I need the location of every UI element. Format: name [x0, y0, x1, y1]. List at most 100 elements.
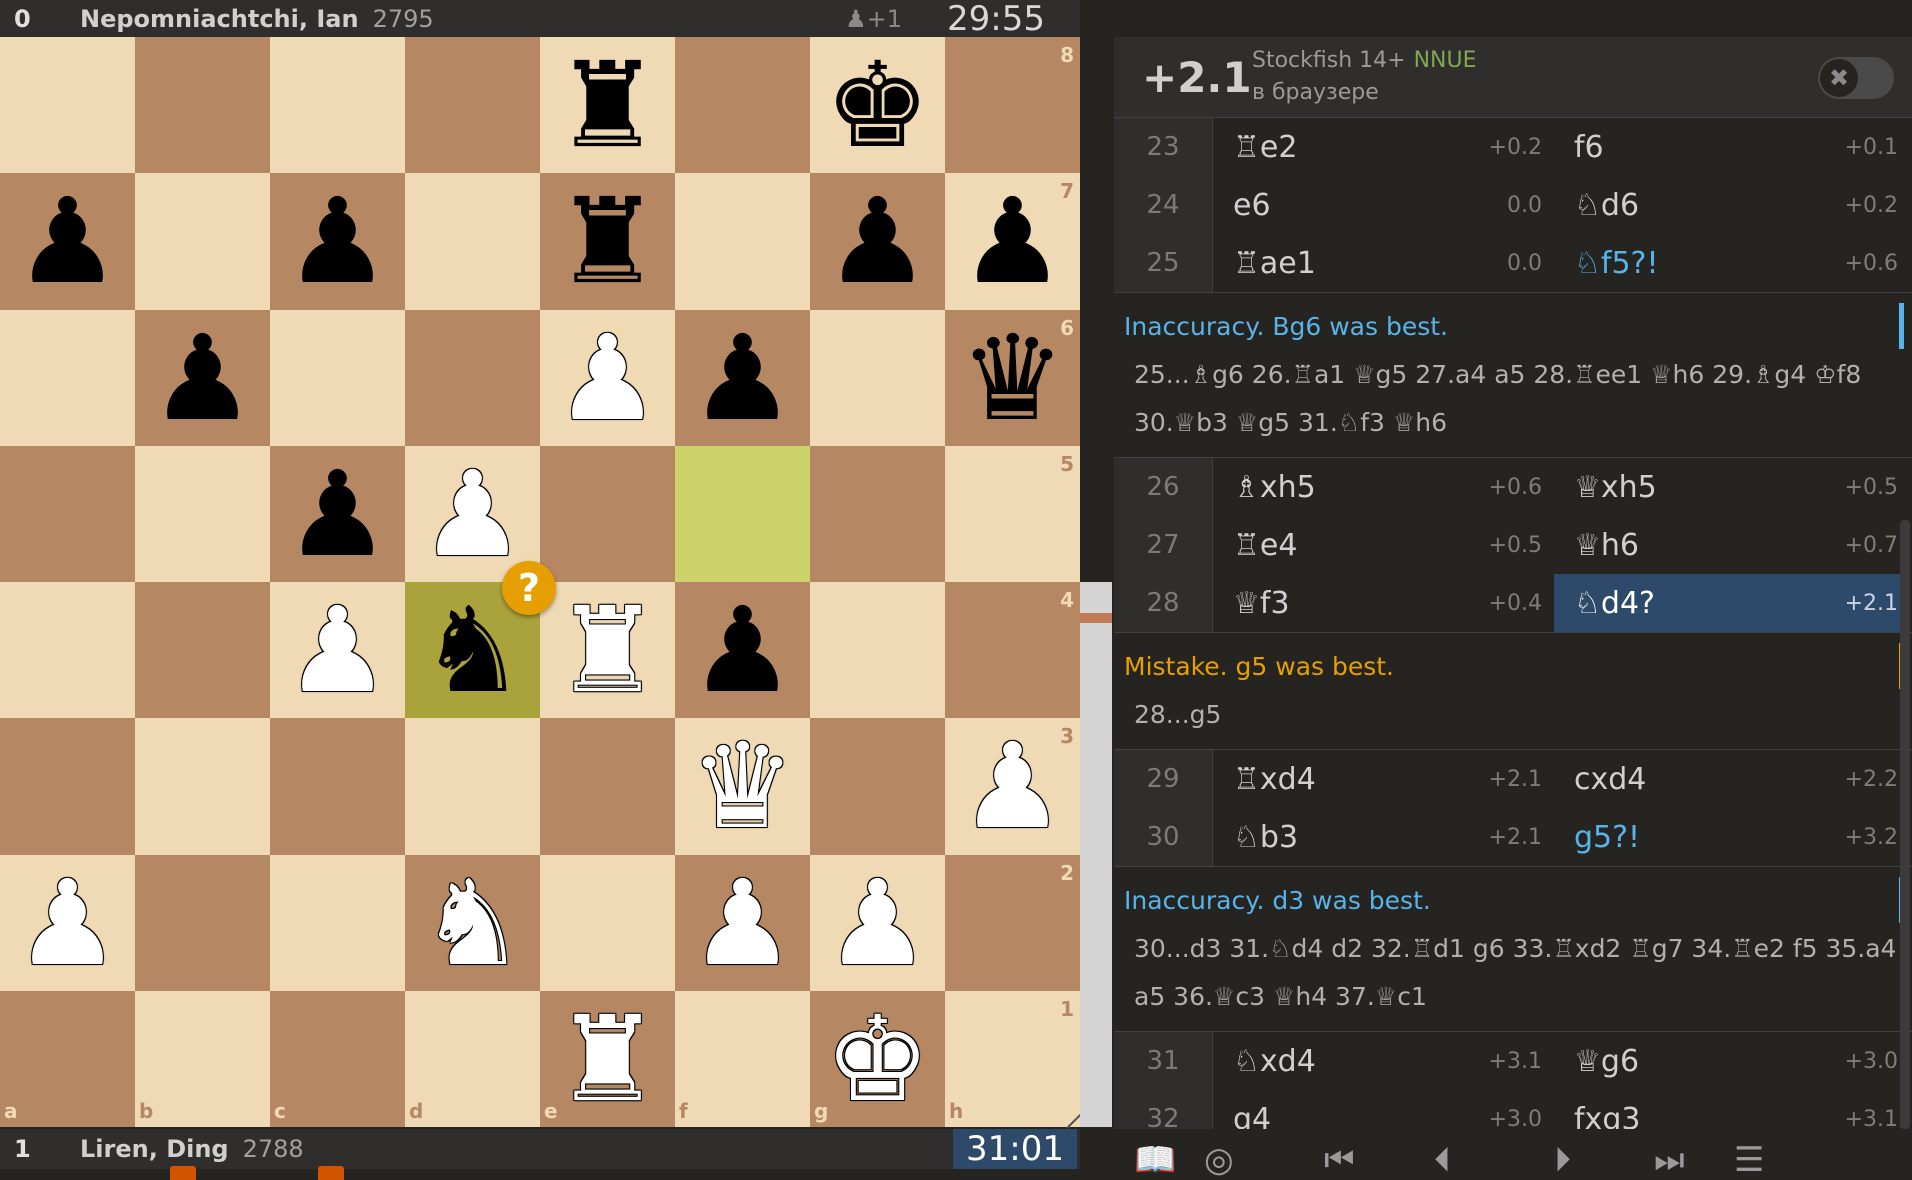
white-pawn-icon[interactable]: ♟: [285, 591, 391, 709]
square-f4[interactable]: ♟: [675, 582, 810, 719]
black-pawn-icon[interactable]: ♟: [285, 455, 391, 573]
square-c8[interactable]: [270, 37, 405, 174]
white-move[interactable]: ♖ae1 0.0: [1212, 234, 1554, 292]
square-h2[interactable]: 2: [945, 854, 1080, 991]
square-g7[interactable]: ♟: [810, 173, 945, 310]
square-c5[interactable]: ♟: [270, 445, 405, 582]
white-move[interactable]: ♘b3 +2.1: [1212, 808, 1554, 866]
black-pawn-icon[interactable]: ♟: [690, 591, 796, 709]
black-move[interactable]: ♕xh5 +0.5: [1554, 458, 1910, 516]
white-move[interactable]: ♘xd4 +3.1: [1212, 1032, 1554, 1090]
prev-move-icon[interactable]: ⏴: [1434, 1140, 1451, 1180]
square-b5[interactable]: [135, 445, 270, 582]
white-knight-icon[interactable]: ♞: [420, 864, 526, 982]
target-icon[interactable]: ◎: [1204, 1140, 1234, 1180]
white-queen-icon[interactable]: ♛: [690, 727, 796, 845]
square-f3[interactable]: ♛: [675, 718, 810, 855]
square-d8[interactable]: [405, 37, 540, 174]
square-h6[interactable]: ♛ 6: [945, 309, 1080, 446]
move-list[interactable]: 23 ♖e2 +0.2 f6 +0.1 24 e6 0.0 ♘d6 +0.2 2…: [1114, 118, 1912, 1129]
square-f8[interactable]: [675, 37, 810, 174]
black-pawn-icon[interactable]: ♟: [285, 182, 391, 300]
white-pawn-icon[interactable]: ♟: [825, 864, 931, 982]
square-a5[interactable]: [0, 445, 135, 582]
square-c1[interactable]: c: [270, 990, 405, 1127]
square-f7[interactable]: [675, 173, 810, 310]
square-c7[interactable]: ♟: [270, 173, 405, 310]
white-move[interactable]: ♖e4 +0.5: [1212, 516, 1554, 574]
square-b8[interactable]: [135, 37, 270, 174]
square-e1[interactable]: ♜ e: [540, 990, 675, 1127]
square-f6[interactable]: ♟: [675, 309, 810, 446]
square-f5[interactable]: [675, 445, 810, 582]
black-move[interactable]: ♘f5?! +0.6: [1554, 234, 1910, 292]
variation-line[interactable]: 28...g5: [1124, 691, 1902, 739]
variation-line[interactable]: 25...♗g6 26.♖a1 ♕g5 27.a4 a5 28.♖ee1 ♕h6…: [1124, 351, 1902, 447]
square-h5[interactable]: 5: [945, 445, 1080, 582]
square-d3[interactable]: [405, 718, 540, 855]
square-a1[interactable]: a: [0, 990, 135, 1127]
square-a7[interactable]: ♟: [0, 173, 135, 310]
square-b7[interactable]: [135, 173, 270, 310]
square-b4[interactable]: [135, 582, 270, 719]
white-pawn-icon[interactable]: ♟: [555, 319, 661, 437]
white-rook-icon[interactable]: ♜: [555, 1000, 661, 1118]
black-move[interactable]: f6 +0.1: [1554, 118, 1910, 176]
menu-icon[interactable]: ☰: [1734, 1140, 1764, 1180]
square-c4[interactable]: ♟: [270, 582, 405, 719]
square-h7[interactable]: ♟ 7: [945, 173, 1080, 310]
square-a4[interactable]: [0, 582, 135, 719]
black-pawn-icon[interactable]: ♟: [150, 319, 256, 437]
white-pawn-icon[interactable]: ♟: [960, 727, 1066, 845]
square-e8[interactable]: ♜: [540, 37, 675, 174]
white-move[interactable]: ♖xd4 +2.1: [1212, 750, 1554, 808]
white-king-icon[interactable]: ♚: [825, 1000, 931, 1118]
move-list-scrollbar[interactable]: [1900, 520, 1910, 1129]
black-knight-icon[interactable]: ♞: [420, 591, 526, 709]
square-e3[interactable]: [540, 718, 675, 855]
black-pawn-icon[interactable]: ♟: [15, 182, 121, 300]
square-e4[interactable]: ♜: [540, 582, 675, 719]
white-pawn-icon[interactable]: ♟: [690, 864, 796, 982]
white-move[interactable]: ♕f3 +0.4: [1212, 574, 1554, 632]
white-move[interactable]: ♗xh5 +0.6: [1212, 458, 1554, 516]
black-pawn-icon[interactable]: ♟: [825, 182, 931, 300]
square-f1[interactable]: f: [675, 990, 810, 1127]
square-f2[interactable]: ♟: [675, 854, 810, 991]
square-d2[interactable]: ♞: [405, 854, 540, 991]
square-b2[interactable]: [135, 854, 270, 991]
square-b6[interactable]: ♟: [135, 309, 270, 446]
square-b1[interactable]: b: [135, 990, 270, 1127]
square-c2[interactable]: [270, 854, 405, 991]
engine-toggle[interactable]: ✖: [1818, 57, 1894, 99]
black-queen-icon[interactable]: ♛: [960, 319, 1066, 437]
white-move[interactable]: ♖e2 +0.2: [1212, 118, 1554, 176]
white-pawn-icon[interactable]: ♟: [15, 864, 121, 982]
black-move[interactable]: ♘d4? +2.1: [1554, 574, 1910, 632]
black-move[interactable]: fxg3 +3.1: [1554, 1090, 1910, 1130]
black-rook-icon[interactable]: ♜: [555, 46, 661, 164]
square-d7[interactable]: [405, 173, 540, 310]
white-move[interactable]: g4 +3.0: [1212, 1090, 1554, 1129]
white-move[interactable]: e6 0.0: [1212, 176, 1554, 234]
square-c3[interactable]: [270, 718, 405, 855]
black-king-icon[interactable]: ♚: [825, 46, 931, 164]
square-g2[interactable]: ♟: [810, 854, 945, 991]
square-h3[interactable]: ♟ 3: [945, 718, 1080, 855]
square-a2[interactable]: ♟: [0, 854, 135, 991]
black-move[interactable]: ♕g6 +3.0: [1554, 1032, 1910, 1090]
black-pawn-icon[interactable]: ♟: [960, 182, 1066, 300]
book-icon[interactable]: 📖: [1134, 1140, 1176, 1180]
square-b3[interactable]: [135, 718, 270, 855]
square-e2[interactable]: [540, 854, 675, 991]
square-d1[interactable]: d: [405, 990, 540, 1127]
square-c6[interactable]: [270, 309, 405, 446]
last-move-icon[interactable]: ⏭: [1654, 1140, 1685, 1180]
first-move-icon[interactable]: ⏮: [1324, 1140, 1355, 1180]
top-player-name[interactable]: Nepomniachtchi, Ian: [80, 5, 359, 33]
square-e7[interactable]: ♜: [540, 173, 675, 310]
square-h8[interactable]: 8: [945, 37, 1080, 174]
square-h4[interactable]: 4: [945, 582, 1080, 719]
white-rook-icon[interactable]: ♜: [555, 591, 661, 709]
square-a8[interactable]: [0, 37, 135, 174]
